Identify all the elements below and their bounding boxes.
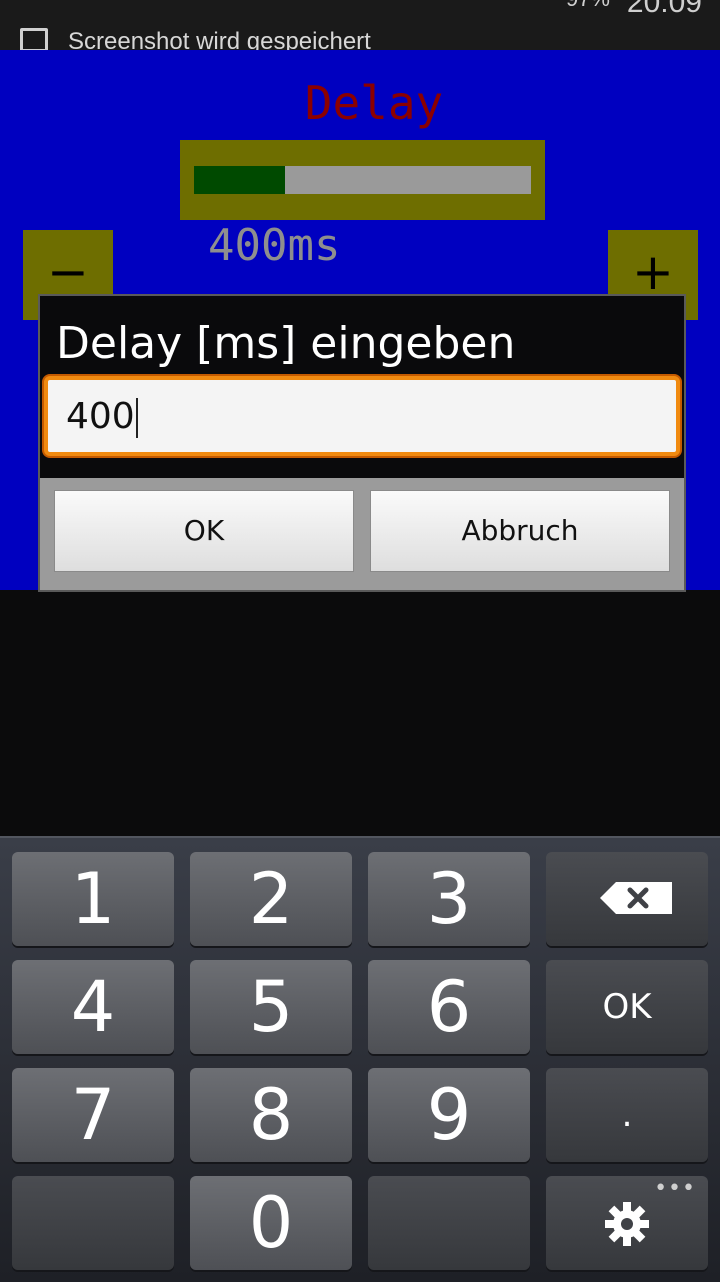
key-8[interactable]: 8 bbox=[190, 1068, 352, 1162]
backspace-key[interactable] bbox=[546, 852, 708, 946]
keyboard-ok-key[interactable]: OK bbox=[546, 960, 708, 1054]
status-bar: Screenshot wird gespeichert 97% 20:09 bbox=[0, 0, 720, 50]
backspace-icon bbox=[600, 882, 672, 914]
key-1[interactable]: 1 bbox=[12, 852, 174, 946]
dialog-button-bar: OK Abbruch bbox=[40, 478, 684, 590]
key-label: 1 bbox=[70, 858, 116, 940]
battery-level: 97% bbox=[566, 0, 610, 12]
key-9[interactable]: 9 bbox=[368, 1068, 530, 1162]
key-label: 2 bbox=[248, 858, 294, 940]
key-label: 9 bbox=[426, 1074, 472, 1156]
app-title: Delay bbox=[304, 76, 444, 130]
key-2[interactable]: 2 bbox=[190, 852, 352, 946]
key-label: 5 bbox=[248, 966, 294, 1048]
key-label: . bbox=[621, 1095, 633, 1135]
key-label: 7 bbox=[70, 1074, 116, 1156]
key-label: 8 bbox=[248, 1074, 294, 1156]
notification-text: Screenshot wird gespeichert bbox=[68, 28, 371, 50]
key-7[interactable]: 7 bbox=[12, 1068, 174, 1162]
key-label: 4 bbox=[70, 966, 116, 1048]
text-caret bbox=[135, 398, 138, 438]
key-5[interactable]: 5 bbox=[190, 960, 352, 1054]
key-label: 3 bbox=[426, 858, 472, 940]
dot-key[interactable]: . bbox=[546, 1068, 708, 1162]
key-4[interactable]: 4 bbox=[12, 960, 174, 1054]
delay-input-dialog: Delay [ms] eingeben 400 OK Abbruch bbox=[38, 294, 686, 592]
ok-button[interactable]: OK bbox=[54, 490, 354, 572]
status-clock: 20:09 bbox=[626, 0, 702, 19]
image-icon bbox=[20, 28, 48, 50]
key-0[interactable]: 0 bbox=[190, 1176, 352, 1270]
settings-key[interactable]: ••• bbox=[546, 1176, 708, 1270]
blank-key-right[interactable] bbox=[368, 1176, 530, 1270]
key-label: 0 bbox=[248, 1182, 294, 1264]
blank-key-left[interactable] bbox=[12, 1176, 174, 1270]
key-label: OK bbox=[602, 987, 652, 1027]
delay-input-field[interactable]: 400 bbox=[44, 376, 680, 456]
delay-value-label: 400ms bbox=[208, 220, 341, 271]
key-label: 6 bbox=[426, 966, 472, 1048]
dialog-title: Delay [ms] eingeben bbox=[56, 318, 516, 369]
input-value-wrap: 400 bbox=[66, 396, 138, 438]
input-value: 400 bbox=[66, 396, 135, 437]
delay-progress[interactable] bbox=[180, 140, 545, 220]
key-6[interactable]: 6 bbox=[368, 960, 530, 1054]
progress-fill bbox=[194, 166, 285, 194]
cancel-button[interactable]: Abbruch bbox=[370, 490, 670, 572]
more-indicator: ••• bbox=[654, 1176, 696, 1201]
numeric-keyboard: 1 2 3 4 5 6 OK 7 8 9 . 0 ••• bbox=[0, 836, 720, 1282]
key-3[interactable]: 3 bbox=[368, 852, 530, 946]
progress-track bbox=[194, 166, 531, 194]
